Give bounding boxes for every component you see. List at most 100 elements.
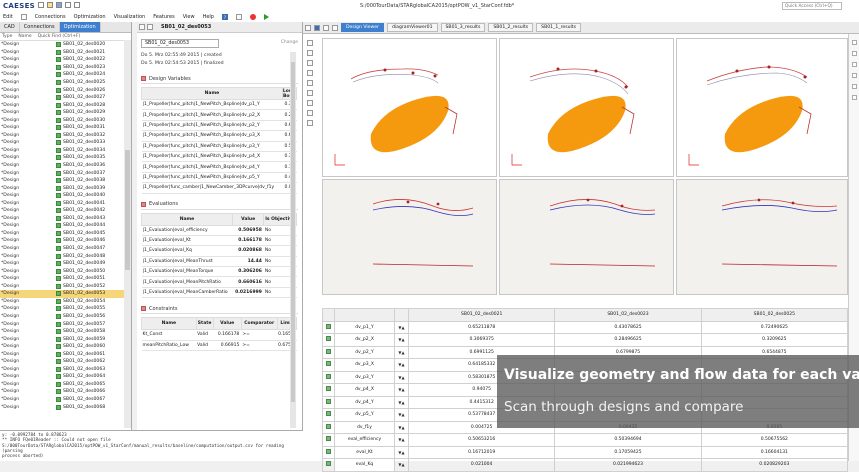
design-list-item[interactable]: *Design SB01_02_des0043	[0, 215, 131, 223]
design-list-item[interactable]: *Design SB01_02_des0042	[0, 207, 131, 215]
design-list-item[interactable]: *Design SB01_02_des0027	[0, 94, 131, 102]
table-row[interactable]: |1_Propeller|func_pitch|1_NewPitch_Bspli…	[141, 99, 297, 111]
design-list-item[interactable]: *Design SB01_02_des0057	[0, 320, 131, 328]
design-list-item[interactable]: *Design SB01_02_des0025	[0, 79, 131, 87]
design-list-item[interactable]: *Design SB01_02_des0056	[0, 313, 131, 321]
sort-arrows-icon[interactable]: ▼▲	[394, 420, 409, 434]
collapse-icon[interactable]	[141, 201, 146, 207]
stop-icon[interactable]	[249, 14, 256, 20]
design-list-item[interactable]: *Design SB01_02_des0065	[0, 381, 131, 389]
sort-arrows-icon[interactable]: ▼▲	[394, 395, 409, 409]
design-list-item[interactable]: *Design SB01_02_des0024	[0, 71, 131, 79]
table-row[interactable]: |1_Evaluation|eval_MeanThrust 14.44 No	[141, 256, 297, 268]
open-icon[interactable]	[47, 2, 53, 8]
change-link[interactable]: Change	[281, 40, 298, 45]
design-list-item[interactable]: *Design SB01_02_des0059	[0, 335, 131, 343]
row-checkbox[interactable]	[326, 373, 331, 379]
sort-arrows-icon[interactable]: ▼▲	[394, 345, 409, 359]
table-row[interactable]: |1_Propeller|func_pitch|1_NewPitch_Bspli…	[141, 141, 297, 152]
design-list-item[interactable]: *Design SB01_02_des0062	[0, 358, 131, 366]
viewport-blade-3[interactable]	[676, 38, 848, 177]
design-list-item[interactable]: *Design SB01_02_des0047	[0, 245, 131, 253]
table-row[interactable]: |1_Propeller|func_pitch|1_NewPitch_Bspli…	[141, 151, 297, 163]
row-checkbox[interactable]	[326, 436, 331, 442]
viewer-icon[interactable]	[314, 24, 320, 31]
row-checkbox-cell[interactable]	[322, 345, 335, 359]
panel-icon[interactable]	[852, 40, 857, 45]
row-checkbox-cell[interactable]	[322, 370, 335, 384]
table-row[interactable]: |1_Evaluation|eval_Kq 0.020868 No	[141, 245, 297, 257]
con-col-state[interactable]: State	[195, 317, 214, 331]
design-list-item[interactable]: *Design SB01_02_des0037	[0, 169, 131, 177]
sort-arrows-icon[interactable]: ▼▲	[394, 320, 409, 334]
design-list-item[interactable]: *Design SB01_02_des0020	[0, 41, 131, 49]
tab-sb01-1-results[interactable]: SB01_1_results	[536, 23, 581, 32]
design-list-item[interactable]: *Design SB01_02_des0032	[0, 132, 131, 140]
design-list-item[interactable]: *Design SB01_02_des0038	[0, 177, 131, 185]
ev-col-value[interactable]: Value	[231, 212, 265, 226]
design-list-item[interactable]: *Design SB01_02_des0022	[0, 56, 131, 64]
design-list-item[interactable]: *Design SB01_02_des0048	[0, 252, 131, 260]
evaluations-section[interactable]: Evaluations	[141, 200, 298, 210]
design-list-item[interactable]: *Design SB01_02_des0049	[0, 260, 131, 268]
sort-arrows-icon[interactable]: ▼▲	[394, 458, 409, 472]
table-row[interactable]: meanPitchRatio_Low Valid 0.66915 >= 0.675	[141, 340, 297, 352]
properties-scroll-thumb[interactable]	[291, 62, 295, 402]
row-checkbox[interactable]	[326, 423, 331, 429]
design-list-item[interactable]: *Design SB01_02_des0034	[0, 147, 131, 155]
table-row[interactable]: |1_Evaluation|eval_Kt 0.166178 No	[141, 235, 297, 247]
tab-design-viewer[interactable]: Design Viewer	[341, 23, 384, 32]
viewport-curves-3[interactable]	[676, 179, 848, 295]
row-checkbox-cell[interactable]	[322, 358, 335, 372]
forward-icon[interactable]	[147, 24, 153, 30]
menu-visualization[interactable]: Visualization	[114, 14, 146, 20]
constraints-section[interactable]: Constraints	[141, 304, 298, 315]
design-list-item[interactable]: *Design SB01_02_des0040	[0, 192, 131, 200]
design-list-item[interactable]: *Design SB01_02_des0051	[0, 275, 131, 283]
settings-icon[interactable]	[307, 120, 313, 126]
menu-cad-icon[interactable]	[20, 14, 27, 20]
redo-icon[interactable]	[74, 2, 80, 8]
table-row[interactable]: Kt_Const Valid 0.166178 >= 0.1658	[141, 329, 297, 341]
ev-col-name[interactable]: Name	[141, 212, 233, 226]
con-col-value[interactable]: Value	[212, 317, 242, 331]
table-row[interactable]: |1_Evaluation|eval_MeanCamberRatio 0.0216…	[141, 287, 297, 299]
design-list-item[interactable]: *Design SB01_02_des0036	[0, 162, 131, 170]
camera-icon[interactable]	[307, 110, 313, 116]
table-row[interactable]: eval_Kt ▼▲ 0.16712019 0.17059425 0.16604131	[322, 445, 849, 459]
measure-icon[interactable]	[307, 100, 313, 106]
menu-help[interactable]: Help	[203, 14, 214, 20]
properties-scrollbar[interactable]	[290, 52, 296, 428]
design-list-item[interactable]: *Design SB01_02_des0050	[0, 267, 131, 275]
menu-edit[interactable]: Edit	[3, 14, 13, 20]
row-checkbox-cell[interactable]	[322, 445, 335, 459]
table-row[interactable]: dv_p1_Y ▼▲ 0.65211878 0.43078625 0.72490625	[322, 320, 849, 334]
view-menu-icon[interactable]	[305, 24, 311, 31]
sort-arrows-icon[interactable]: ▼▲	[394, 433, 409, 447]
pan-tool-icon[interactable]	[307, 60, 313, 66]
con-col-comparator[interactable]: Comparator	[240, 317, 278, 331]
table-row[interactable]: |1_Propeller|func_pitch|1_NewPitch_Bspli…	[141, 161, 297, 173]
row-checkbox-cell[interactable]	[322, 433, 335, 447]
sort-arrows-icon[interactable]: ▼▲	[394, 408, 409, 422]
table-row[interactable]: |1_Evaluation|eval_MeanTorque 0.306206 No	[141, 266, 297, 278]
table-row[interactable]: |1_Propeller|func_camber|1_NewCamber_3DP…	[141, 182, 297, 194]
table-row[interactable]: |1_Evaluation|eval_efficiency 0.506958 No	[141, 225, 297, 236]
design-list-item[interactable]: *Design SB01_02_des0033	[0, 139, 131, 147]
panel-icon[interactable]	[852, 51, 857, 56]
sort-arrows-icon[interactable]: ▼▲	[394, 383, 409, 397]
sort-arrows-icon[interactable]: ▼▲	[394, 370, 409, 384]
table-row[interactable]: |1_Propeller|func_pitch|1_NewPitch_Bspli…	[141, 172, 297, 184]
new-icon[interactable]	[38, 2, 44, 8]
cmp-col-header[interactable]: SB01_02_des0025	[700, 308, 849, 322]
design-list-item[interactable]: *Design SB01_02_des0045	[0, 230, 131, 238]
design-list-item[interactable]: *Design SB01_02_des0041	[0, 199, 131, 207]
panel-icon[interactable]	[852, 73, 857, 78]
design-list-item[interactable]: *Design SB01_02_des0023	[0, 64, 131, 72]
table-row[interactable]: |1_Propeller|func_pitch|1_NewPitch_Bspli…	[141, 109, 297, 121]
row-checkbox-cell[interactable]	[322, 395, 335, 409]
panel-icon[interactable]	[852, 62, 857, 67]
forward-icon[interactable]	[332, 24, 338, 31]
undo-icon[interactable]	[65, 2, 71, 8]
sort-arrows-icon[interactable]: ▼▲	[394, 333, 409, 347]
